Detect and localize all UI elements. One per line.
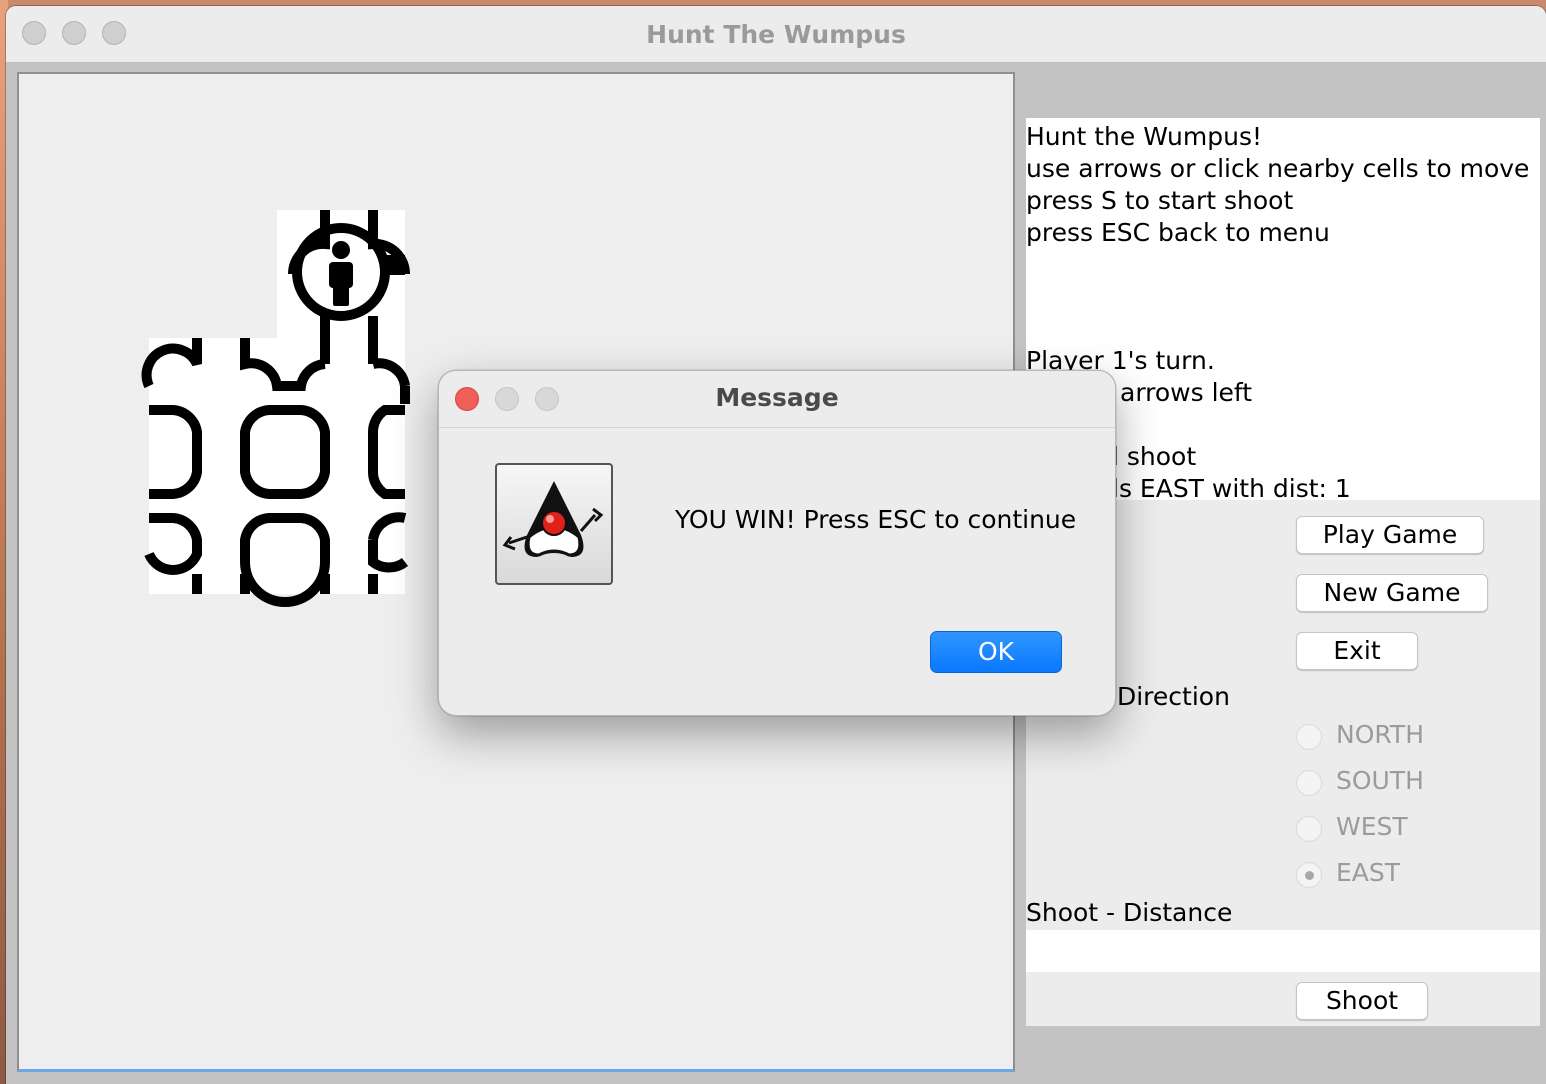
dialog-titlebar[interactable]: Message	[439, 371, 1115, 428]
info-line: use arrows or click nearby cells to move	[1026, 154, 1530, 183]
radio-circle[interactable]	[1296, 770, 1322, 796]
window-titlebar[interactable]: Hunt The Wumpus	[6, 6, 1546, 63]
radio-label: WEST	[1336, 812, 1408, 841]
info-line: ls EAST with dist: 1	[1112, 474, 1351, 503]
new-game-button[interactable]: New Game	[1296, 574, 1488, 612]
radio-label: NORTH	[1336, 720, 1425, 749]
info-line: press S to start shoot	[1026, 186, 1294, 215]
info-line: l shoot	[1112, 442, 1197, 471]
radio-label: SOUTH	[1336, 766, 1424, 795]
radio-circle[interactable]	[1296, 724, 1322, 750]
arrows-status: arrows left	[1120, 378, 1253, 407]
play-game-button[interactable]: Play Game	[1296, 516, 1484, 554]
shoot-button[interactable]: Shoot	[1296, 982, 1428, 1020]
radio-selected-dot	[1305, 871, 1314, 880]
radio-circle[interactable]	[1296, 816, 1322, 842]
shoot-distance-field[interactable]	[1026, 930, 1540, 972]
window-title: Hunt The Wumpus	[646, 20, 906, 49]
radio-circle[interactable]	[1296, 862, 1322, 888]
info-line: Hunt the Wumpus!	[1026, 122, 1262, 151]
message-dialog: Message YOU WIN! Press ESC to continue O…	[438, 370, 1116, 716]
radio-label: EAST	[1336, 858, 1401, 887]
ok-button[interactable]: OK	[930, 631, 1062, 673]
shoot-distance-label: Shoot - Distance	[1026, 898, 1233, 927]
dialog-title: Message	[715, 383, 839, 412]
shoot-direction-label: - Direction	[1100, 682, 1230, 711]
info-line: press ESC back to menu	[1026, 218, 1330, 247]
dialog-message: YOU WIN! Press ESC to continue	[675, 505, 1077, 534]
java-duke-icon	[495, 463, 613, 585]
exit-button[interactable]: Exit	[1296, 632, 1418, 670]
